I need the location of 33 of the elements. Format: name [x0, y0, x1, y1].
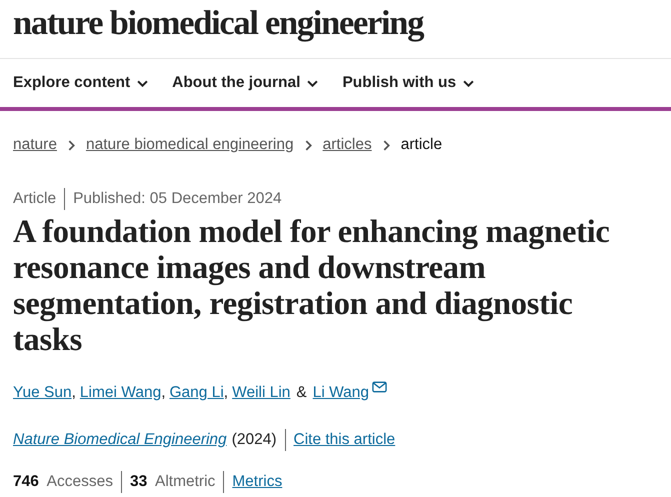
breadcrumb-link[interactable]: articles: [322, 136, 372, 154]
article-title: A foundation model for enhancing magnetic resonance images and downstream segmentation, registration and diagnostic tasks: [13, 214, 611, 358]
chevron-right-icon: [382, 140, 390, 150]
publication-year: (2024): [232, 431, 276, 449]
chevron-down-icon: [137, 80, 148, 86]
mail-icon[interactable]: [372, 381, 388, 393]
journal-logo[interactable]: nature biomedical engineering: [13, 4, 424, 42]
metric-stat: 33 Altmetric: [130, 473, 216, 491]
nav-menu-button[interactable]: Publish with us: [342, 74, 474, 92]
chevron-right-icon: [304, 140, 312, 150]
author-separator: &: [296, 384, 307, 402]
author-link[interactable]: Limei Wang: [80, 384, 162, 402]
breadcrumb-link[interactable]: nature: [13, 136, 57, 154]
nav-menu-button[interactable]: Explore content: [13, 74, 148, 92]
author-link[interactable]: Li Wang: [312, 384, 370, 402]
metrics-link[interactable]: Metrics: [232, 473, 282, 491]
author-link[interactable]: Weili Lin: [232, 384, 290, 402]
author-separator: ,: [72, 384, 76, 402]
author-link[interactable]: Yue Sun: [13, 384, 72, 402]
author-separator: ,: [224, 384, 228, 402]
article-type: Article: [13, 190, 56, 208]
breadcrumb-current: article: [400, 136, 442, 154]
breadcrumb-link[interactable]: nature biomedical engineering: [86, 136, 294, 154]
chevron-down-icon: [463, 80, 474, 86]
publish-date: Published: 05 December 2024: [73, 190, 282, 208]
metric-stat: 746 Accesses: [13, 473, 113, 491]
author-link[interactable]: Gang Li: [170, 384, 224, 402]
author-separator: ,: [161, 384, 166, 402]
cite-link[interactable]: Cite this article: [294, 431, 396, 449]
nav-menu-button[interactable]: About the journal: [172, 74, 318, 92]
chevron-down-icon: [307, 80, 318, 86]
chevron-right-icon: [68, 140, 75, 150]
journal-link[interactable]: Nature Biomedical Engineering: [13, 431, 227, 449]
